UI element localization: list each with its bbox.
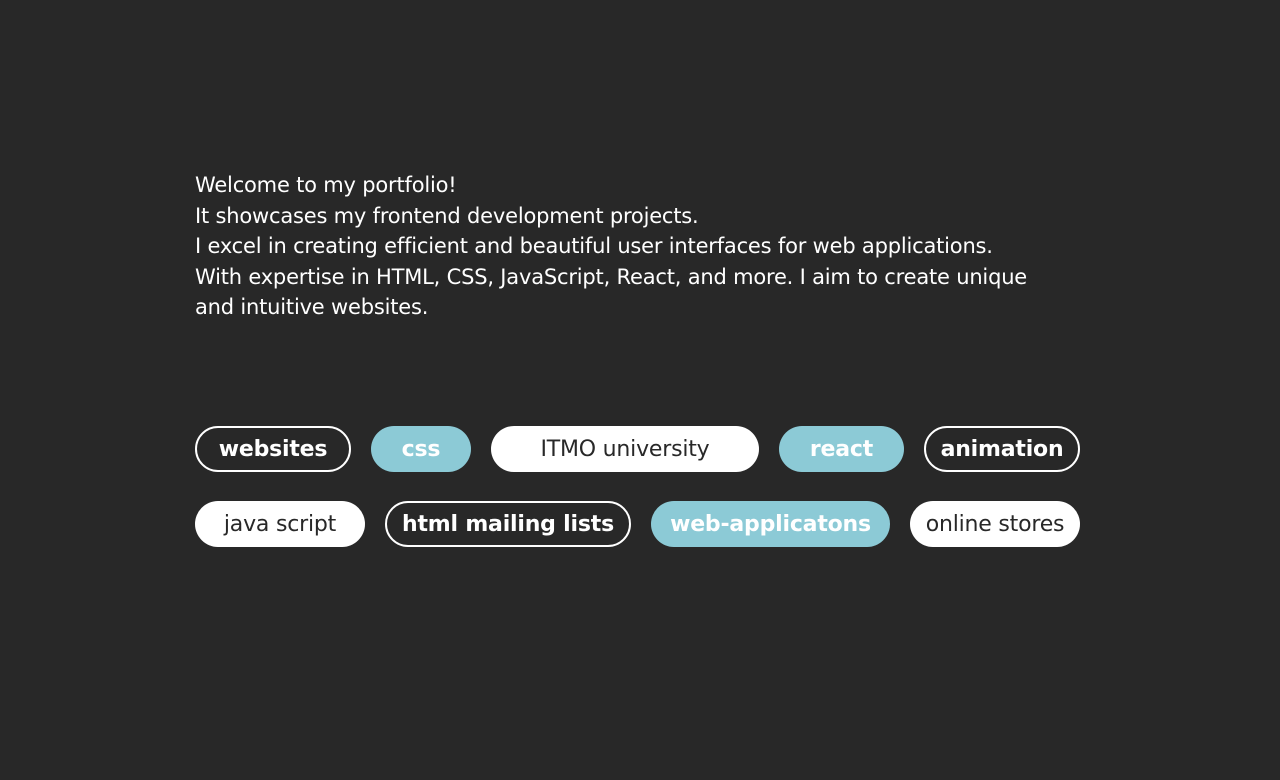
- tag-web-applications[interactable]: web-applicatons: [651, 501, 890, 547]
- intro-line-showcase: It showcases my frontend development pro…: [195, 203, 699, 228]
- tag-html-mailing-lists[interactable]: html mailing lists: [385, 501, 631, 547]
- tag-websites[interactable]: websites: [195, 426, 351, 472]
- intro-text: Welcome to my portfolio! It showcases my…: [195, 170, 1065, 323]
- tag-cloud: websites css ITMO university react anima…: [195, 426, 1081, 547]
- intro-line-excel: I excel in creating efficient and beauti…: [195, 234, 993, 258]
- tag-online-stores[interactable]: online stores: [910, 501, 1080, 547]
- tag-java-script[interactable]: java script: [195, 501, 365, 547]
- tag-css[interactable]: css: [371, 426, 471, 472]
- tag-row-2: java script html mailing lists web-appli…: [195, 501, 1081, 547]
- tag-react[interactable]: react: [779, 426, 904, 472]
- tag-row-1: websites css ITMO university react anima…: [195, 426, 1081, 472]
- intro-line-welcome: Welcome to my portfolio!: [195, 173, 457, 197]
- intro-line-expertise: With expertise in HTML, CSS, JavaScript,…: [195, 264, 1028, 320]
- tag-animation[interactable]: animation: [924, 426, 1080, 472]
- tag-itmo-university[interactable]: ITMO university: [491, 426, 759, 472]
